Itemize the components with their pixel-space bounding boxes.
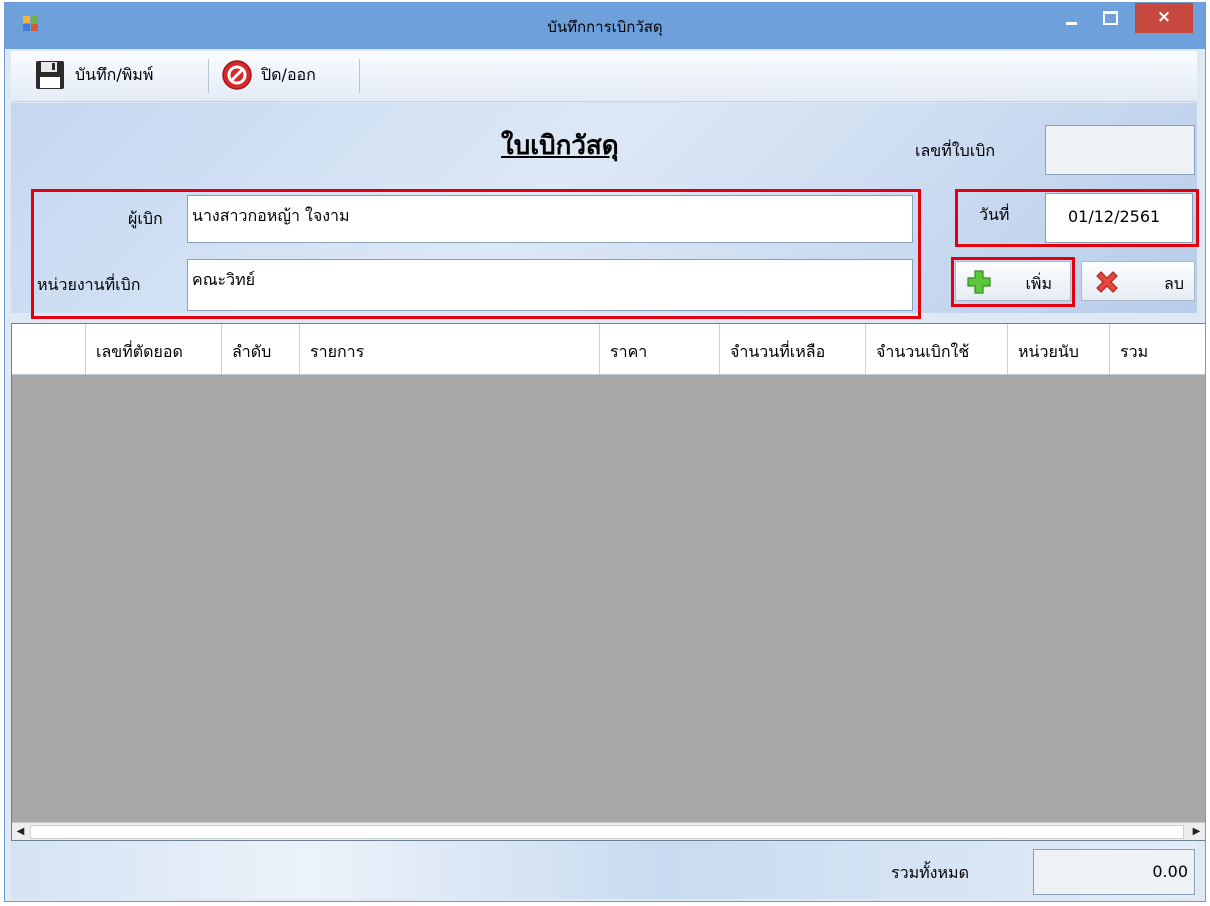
total-field: 0.00: [1033, 849, 1195, 895]
column-header-cut-no[interactable]: เลขที่ตัดยอด: [86, 324, 222, 374]
scroll-right-arrow-icon[interactable]: ▶: [1189, 824, 1204, 839]
delete-button[interactable]: ลบ: [1081, 261, 1195, 301]
floppy-disk-icon: [36, 61, 64, 89]
items-grid[interactable]: เลขที่ตัดยอด ลำดับ รายการ ราคา จำนวนที่เ…: [11, 323, 1205, 841]
total-label: รวมทั้งหมด: [891, 863, 969, 882]
doc-no-field[interactable]: [1045, 125, 1195, 175]
date-field[interactable]: 01/12/2561: [1045, 193, 1193, 243]
grid-header-row: เลขที่ตัดยอด ลำดับ รายการ ราคา จำนวนที่เ…: [12, 324, 1205, 375]
title-bar: บันทึกการเบิกวัสดุ ×: [5, 3, 1205, 49]
column-header-unit[interactable]: หน่วยนับ: [1008, 324, 1110, 374]
footer: รวมทั้งหมด 0.00: [11, 841, 1197, 899]
red-x-icon: [1096, 271, 1118, 293]
form-header: ใบเบิกวัสดุ เลขที่ใบเบิก ผู้เบิก นางสาวก…: [11, 103, 1199, 319]
grid-row-header-corner: [12, 324, 86, 374]
form-heading: ใบเบิกวัสดุ: [501, 131, 619, 161]
column-header-total[interactable]: รวม: [1110, 324, 1205, 374]
minimize-button[interactable]: [1055, 3, 1087, 33]
window-title: บันทึกการเบิกวัสดุ: [547, 18, 663, 36]
scrollbar-track[interactable]: [30, 825, 1184, 839]
save-print-label: บันทึก/พิมพ์: [75, 64, 154, 84]
requester-label: ผู้เบิก: [128, 209, 163, 228]
requester-field[interactable]: นางสาวกอหญ้า ใจงาม: [187, 195, 913, 243]
close-window-button[interactable]: ×: [1135, 3, 1193, 33]
column-header-requested[interactable]: จำนวนเบิกใช้: [866, 324, 1008, 374]
highlight-add-button: [951, 257, 1075, 307]
close-exit-label: ปิด/ออก: [261, 64, 316, 84]
toolbar: บันทึก/พิมพ์ ปิด/ออก: [11, 51, 1197, 102]
department-label: หน่วยงานที่เบิก: [37, 275, 141, 294]
toolbar-separator: [208, 59, 209, 93]
column-header-item[interactable]: รายการ: [300, 324, 600, 374]
maximize-button[interactable]: [1093, 3, 1127, 33]
column-header-order[interactable]: ลำดับ: [222, 324, 300, 374]
no-entry-icon: [222, 60, 252, 90]
close-exit-button[interactable]: ปิด/ออก: [221, 57, 316, 93]
date-label: วันที่: [979, 205, 1010, 224]
column-header-price[interactable]: ราคา: [600, 324, 720, 374]
app-window: บันทึกการเบิกวัสดุ × บันทึก/พิมพ์ ปิด/ออ…: [4, 2, 1206, 902]
save-print-button[interactable]: บันทึก/พิมพ์: [35, 57, 153, 93]
scroll-left-arrow-icon[interactable]: ◀: [13, 824, 28, 839]
column-header-remaining[interactable]: จำนวนที่เหลือ: [720, 324, 866, 374]
department-field[interactable]: คณะวิทย์: [187, 259, 913, 311]
toolbar-separator: [359, 59, 360, 93]
horizontal-scrollbar[interactable]: ◀ ▶: [12, 822, 1205, 840]
doc-no-label: เลขที่ใบเบิก: [915, 141, 996, 160]
delete-label: ลบ: [1164, 274, 1184, 293]
